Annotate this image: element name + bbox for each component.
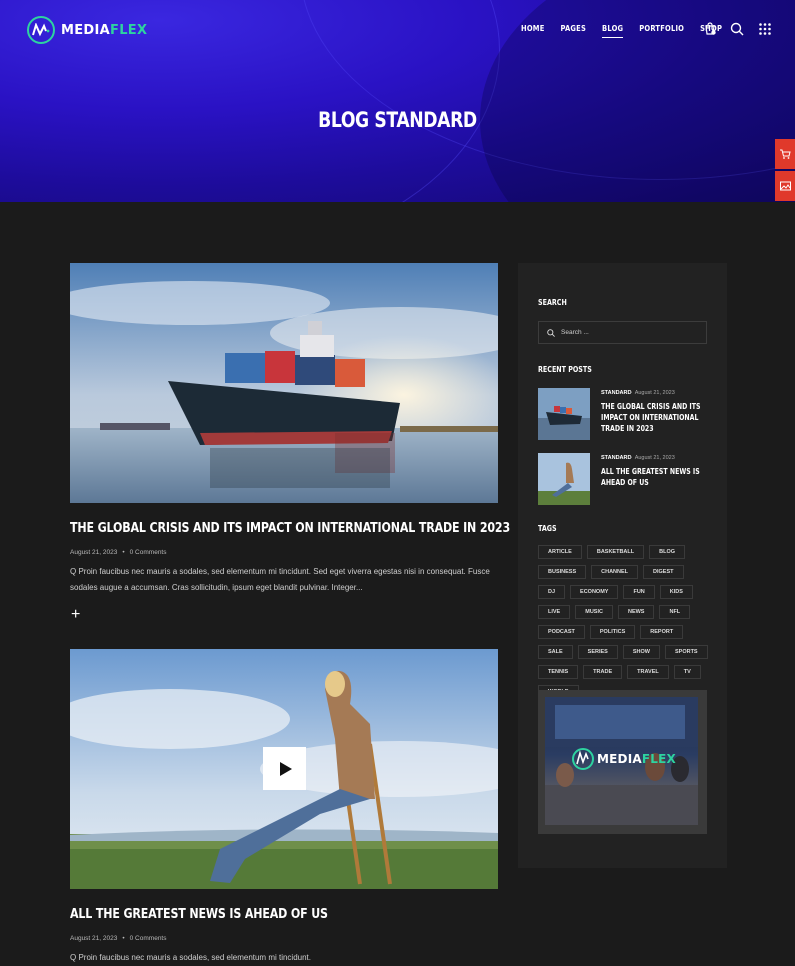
nav-home[interactable]: HOME [521, 24, 545, 38]
recent-post-title[interactable]: ALL THE GREATEST NEWS IS AHEAD OF US [601, 466, 718, 488]
tag-nfl[interactable]: NFL [659, 605, 691, 619]
post-comments[interactable]: 0 Comments [130, 935, 167, 942]
search-input[interactable] [561, 329, 691, 336]
ad-image[interactable]: MEDIAFLEX [545, 697, 698, 825]
post-excerpt: Q Proin faucibus nec mauris a sodales, s… [70, 567, 490, 592]
nav-pages[interactable]: PAGES [561, 24, 587, 38]
logo-text: MEDIAFLEX [61, 22, 148, 38]
search-icon[interactable] [730, 22, 744, 36]
tag-blog[interactable]: BLOG [649, 545, 686, 559]
tag-digest[interactable]: DIGEST [643, 565, 684, 579]
tag-economy[interactable]: ECONOMY [570, 585, 619, 599]
sidebar: SEARCH RECENT POSTS STANDARD • August 21… [518, 263, 727, 868]
recent-post-thumb[interactable] [538, 388, 590, 440]
tag-news[interactable]: NEWS [617, 605, 655, 619]
search-heading: SEARCH [538, 298, 567, 307]
tag-trade[interactable]: TRADE [583, 665, 623, 679]
post-date-text: August 21, 2023 [634, 390, 675, 396]
post-image-woman-chair[interactable] [70, 649, 498, 889]
tag-fun[interactable]: FUN [623, 585, 655, 599]
tags-heading: TAGS [538, 524, 557, 533]
post-excerpt: Q Proin faucibus nec mauris a sodales, s… [70, 953, 312, 962]
tag-sports[interactable]: SPORTS [664, 645, 708, 659]
tag-dj[interactable]: DJ [538, 585, 566, 599]
post-comments[interactable]: 0 Comments [130, 549, 167, 556]
post-date[interactable]: August 21, 2023 [70, 549, 117, 556]
recent-post-item[interactable]: STANDARD • August 21, 2023 ALL THE GREAT… [538, 453, 708, 505]
tag-channel[interactable]: CHANNEL [591, 565, 639, 579]
post-category[interactable]: STANDARD [601, 390, 631, 396]
post-meta: August 21, 2023 • 0 Comments [70, 549, 167, 556]
page-title: BLOG STANDARD [318, 108, 477, 132]
tag-travel[interactable]: TRAVEL [627, 665, 669, 679]
grid-menu-icon[interactable] [758, 22, 772, 36]
cart-icon [779, 149, 791, 159]
ad-logo-text: MEDIAFLEX [597, 752, 676, 766]
post-date[interactable]: August 21, 2023 [70, 935, 117, 942]
read-more-plus-icon[interactable]: + [71, 607, 80, 623]
tag-sale[interactable]: SALE [538, 645, 573, 659]
search-box [538, 321, 707, 344]
post-meta: August 21, 2023 • 0 Comments [70, 935, 167, 942]
tag-tennis[interactable]: TENNIS [538, 665, 579, 679]
page-header: MEDIAFLEX HOME PAGES BLOG PORTFOLIO SHOP… [0, 0, 795, 202]
search-icon[interactable] [547, 328, 555, 337]
post-date: • August 21, 2023 [630, 455, 675, 461]
tag-podcast[interactable]: PODCAST [538, 625, 585, 639]
recent-post-item[interactable]: STANDARD • August 21, 2023 THE GLOBAL CR… [538, 388, 708, 440]
tag-basketball[interactable]: BASKETBALL [586, 545, 645, 559]
tag-cloud: ARTICLE BASKETBALL BLOG BUSINESS CHANNEL DIGE… [538, 545, 713, 699]
image-icon [779, 181, 791, 191]
side-tab-gallery[interactable] [775, 171, 795, 201]
tag-series[interactable]: SERIES [577, 645, 618, 659]
cart-icon[interactable] [703, 22, 717, 36]
post-title[interactable]: THE GLOBAL CRISIS AND ITS IMPACT ON INTE… [70, 520, 510, 536]
logo-icon [27, 16, 55, 44]
post-date-text: August 21, 2023 [634, 455, 675, 461]
nav-blog[interactable]: BLOG [602, 24, 624, 38]
tag-politics[interactable]: POLITICS [589, 625, 636, 639]
main-content: THE GLOBAL CRISIS AND ITS IMPACT ON INTE… [0, 202, 795, 962]
tag-report[interactable]: REPORT [640, 625, 684, 639]
side-tab-cart[interactable] [775, 139, 795, 169]
tag-article[interactable]: ARTICLE [538, 545, 582, 559]
ad-banner[interactable]: MEDIAFLEX [538, 690, 707, 834]
post-category[interactable]: STANDARD [601, 455, 631, 461]
tag-show[interactable]: SHOW [622, 645, 660, 659]
post-image-cargo-ship[interactable] [70, 263, 498, 503]
site-logo[interactable]: MEDIAFLEX [27, 16, 147, 44]
tag-kids[interactable]: KIDS [659, 585, 693, 599]
post-date: • August 21, 2023 [630, 390, 675, 396]
tag-tv[interactable]: TV [673, 665, 701, 679]
tag-business[interactable]: BUSINESS [538, 565, 587, 579]
nav-portfolio[interactable]: PORTFOLIO [639, 24, 684, 38]
recent-posts-heading: RECENT POSTS [538, 365, 592, 374]
recent-post-title[interactable]: THE GLOBAL CRISIS AND ITS IMPACT ON INTE… [601, 401, 718, 434]
tag-music[interactable]: MUSIC [575, 605, 613, 619]
tag-live[interactable]: LIVE [538, 605, 571, 619]
post-title[interactable]: ALL THE GREATEST NEWS IS AHEAD OF US [70, 906, 328, 922]
recent-post-thumb[interactable] [538, 453, 590, 505]
